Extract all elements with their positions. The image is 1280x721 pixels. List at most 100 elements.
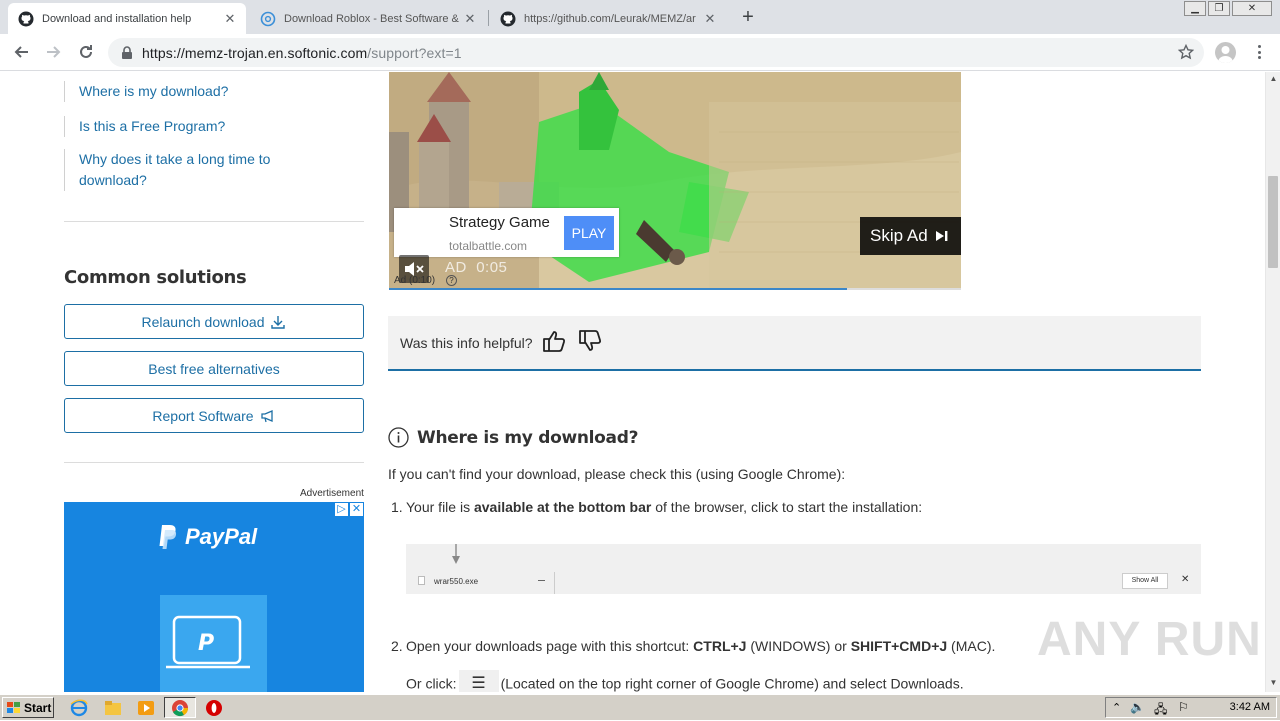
sidebar-link-free-program[interactable]: Is this a Free Program?: [64, 116, 225, 137]
address-bar[interactable]: https://memz-trojan.en.softonic.com/supp…: [108, 38, 1204, 67]
sidebar-link-where-download[interactable]: Where is my download?: [64, 81, 228, 102]
url-path: /support?ext=1: [367, 44, 462, 61]
scroll-down-arrow-icon[interactable]: ▼: [1269, 678, 1278, 687]
volume-icon[interactable]: 🔈: [1130, 700, 1145, 714]
file-icon: [418, 576, 425, 585]
ad-close-icon[interactable]: ✕: [349, 502, 364, 517]
page-scrollbar[interactable]: ▲ ▼: [1265, 72, 1280, 692]
reload-button[interactable]: [74, 40, 98, 64]
scroll-up-arrow-icon[interactable]: ▲: [1269, 74, 1278, 83]
ad-time: 0:05: [476, 259, 508, 276]
back-button[interactable]: [9, 40, 33, 64]
windows-taskbar: Start ⌃ 🔈 🖧 ⚐ 3:42 AM: [0, 694, 1280, 720]
page-viewport: Where is my download? Is this a Free Pro…: [0, 72, 1265, 692]
skip-next-icon: [935, 231, 948, 241]
reload-icon: [80, 45, 92, 58]
step2-key1: CTRL+J: [693, 638, 747, 654]
thumbs-up-icon[interactable]: [541, 328, 567, 354]
common-solutions-heading: Common solutions: [64, 267, 247, 288]
advertisement-caption: Advertisement: [300, 488, 364, 499]
best-free-alternatives-button[interactable]: Best free alternatives: [64, 351, 364, 386]
step-number: 2.: [391, 638, 403, 654]
ad-site[interactable]: totalbattle.com: [449, 239, 527, 253]
tab-title: Download and installation help: [42, 12, 192, 25]
help-icon[interactable]: ?: [445, 275, 457, 286]
bookmark-star-icon[interactable]: [1178, 44, 1194, 60]
step-number: 1.: [391, 499, 403, 515]
sidebar-link-long-time[interactable]: Why does it take a long time to download…: [64, 149, 289, 191]
ad-choices[interactable]: ▷ ✕: [334, 502, 364, 517]
step1-bold: available at the bottom bar: [473, 499, 652, 515]
chrome-menu-icon[interactable]: [1252, 42, 1266, 62]
step1-pre: Your file is: [406, 499, 474, 515]
download-bar-illustration: wrar550.exe Show All ✕: [406, 544, 1201, 594]
video-ad-player[interactable]: Strategy Game totalbattle.com PLAY Skip …: [389, 72, 961, 290]
tab-download-help[interactable]: Download and installation help ✕: [8, 3, 246, 34]
ad-info-card[interactable]: Strategy Game totalbattle.com PLAY: [394, 208, 619, 257]
paypal-ad-banner[interactable]: ▷ ✕ PayPal P: [64, 502, 364, 692]
close-icon[interactable]: ✕: [462, 11, 478, 27]
opera-icon[interactable]: [205, 699, 223, 717]
skip-ad-button[interactable]: Skip Ad: [860, 217, 961, 255]
ad-play-button[interactable]: PLAY: [564, 216, 614, 250]
media-player-icon[interactable]: [137, 699, 155, 717]
ad-label: AD: [445, 259, 467, 276]
thumbs-down-icon[interactable]: [577, 328, 603, 354]
new-tab-button[interactable]: +: [738, 5, 758, 29]
dash-icon: [538, 580, 545, 581]
clock[interactable]: 3:42 AM: [1230, 701, 1270, 713]
sidebar-divider: [64, 462, 364, 463]
hamburger-menu-icon: ☰: [458, 670, 499, 692]
url-text: https://memz-trojan.en.softonic.com/supp…: [142, 45, 462, 61]
ad-progress-track: [389, 288, 961, 290]
ad-game-title: Strategy Game: [449, 214, 550, 231]
tab-title: https://github.com/Leurak/MEMZ/ar: [524, 12, 696, 25]
paypal-brand: PayPal: [185, 524, 258, 549]
ad-counter-text: Ad (0:10): [394, 275, 436, 286]
show-all-button: Show All: [1122, 573, 1168, 589]
windows-logo-icon: [7, 701, 20, 713]
report-software-button[interactable]: Report Software: [64, 398, 364, 433]
step1-text: Your file is available at the bottom bar…: [406, 499, 922, 515]
laptop-icon: P: [166, 615, 250, 669]
tab-roblox[interactable]: Download Roblox - Best Software & ✕: [250, 3, 486, 34]
start-label: Start: [24, 700, 52, 715]
paypal-p-icon: [159, 525, 177, 549]
step2-text: Open your downloads page with this short…: [406, 638, 995, 654]
info-icon: [388, 427, 409, 448]
intro-text: If you can't find your download, please …: [388, 466, 846, 482]
network-icon[interactable]: 🖧: [1154, 700, 1167, 721]
browser-toolbar: https://memz-trojan.en.softonic.com/supp…: [0, 34, 1280, 71]
minimize-button[interactable]: ▁: [1184, 1, 1206, 16]
taskbar-chrome-button[interactable]: [164, 697, 196, 718]
restore-button[interactable]: ❐: [1208, 1, 1230, 16]
scroll-thumb[interactable]: [1268, 176, 1278, 268]
ad-counter: Ad (0:10) ?: [394, 275, 457, 286]
download-icon: [271, 315, 286, 329]
profile-avatar-icon[interactable]: [1215, 42, 1236, 63]
close-icon[interactable]: ✕: [222, 11, 238, 27]
github-icon: [500, 11, 516, 26]
close-icon[interactable]: ✕: [702, 11, 718, 27]
internet-explorer-icon[interactable]: [70, 699, 88, 717]
megaphone-icon: [260, 409, 273, 422]
adchoices-icon[interactable]: ▷: [334, 502, 349, 517]
flag-icon[interactable]: ⚐: [1178, 700, 1189, 714]
start-button[interactable]: Start: [2, 697, 54, 718]
system-tray: ⌃ 🔈 🖧 ⚐ 3:42 AM: [1105, 697, 1277, 718]
step2-key2: SHIFT+CMD+J: [850, 638, 948, 654]
section-title: Where is my download?: [388, 427, 638, 448]
download-file-name: wrar550.exe: [434, 577, 479, 586]
step2b-pre: Or click:: [406, 675, 457, 692]
feedback-question: Was this info helpful?: [400, 335, 533, 351]
relaunch-download-button[interactable]: Relaunch download: [64, 304, 364, 339]
forward-button[interactable]: [42, 40, 66, 64]
close-window-button[interactable]: ✕: [1232, 1, 1272, 16]
step2b-post: (Located on the top right corner of Goog…: [500, 675, 964, 692]
tray-expand-icon[interactable]: ⌃: [1112, 701, 1121, 714]
tab-github-memz[interactable]: https://github.com/Leurak/MEMZ/ar ✕: [490, 3, 726, 34]
chrome-icon: [172, 700, 189, 717]
file-explorer-icon[interactable]: [104, 699, 122, 717]
button-label: Best free alternatives: [148, 360, 280, 377]
github-icon: [18, 11, 34, 26]
